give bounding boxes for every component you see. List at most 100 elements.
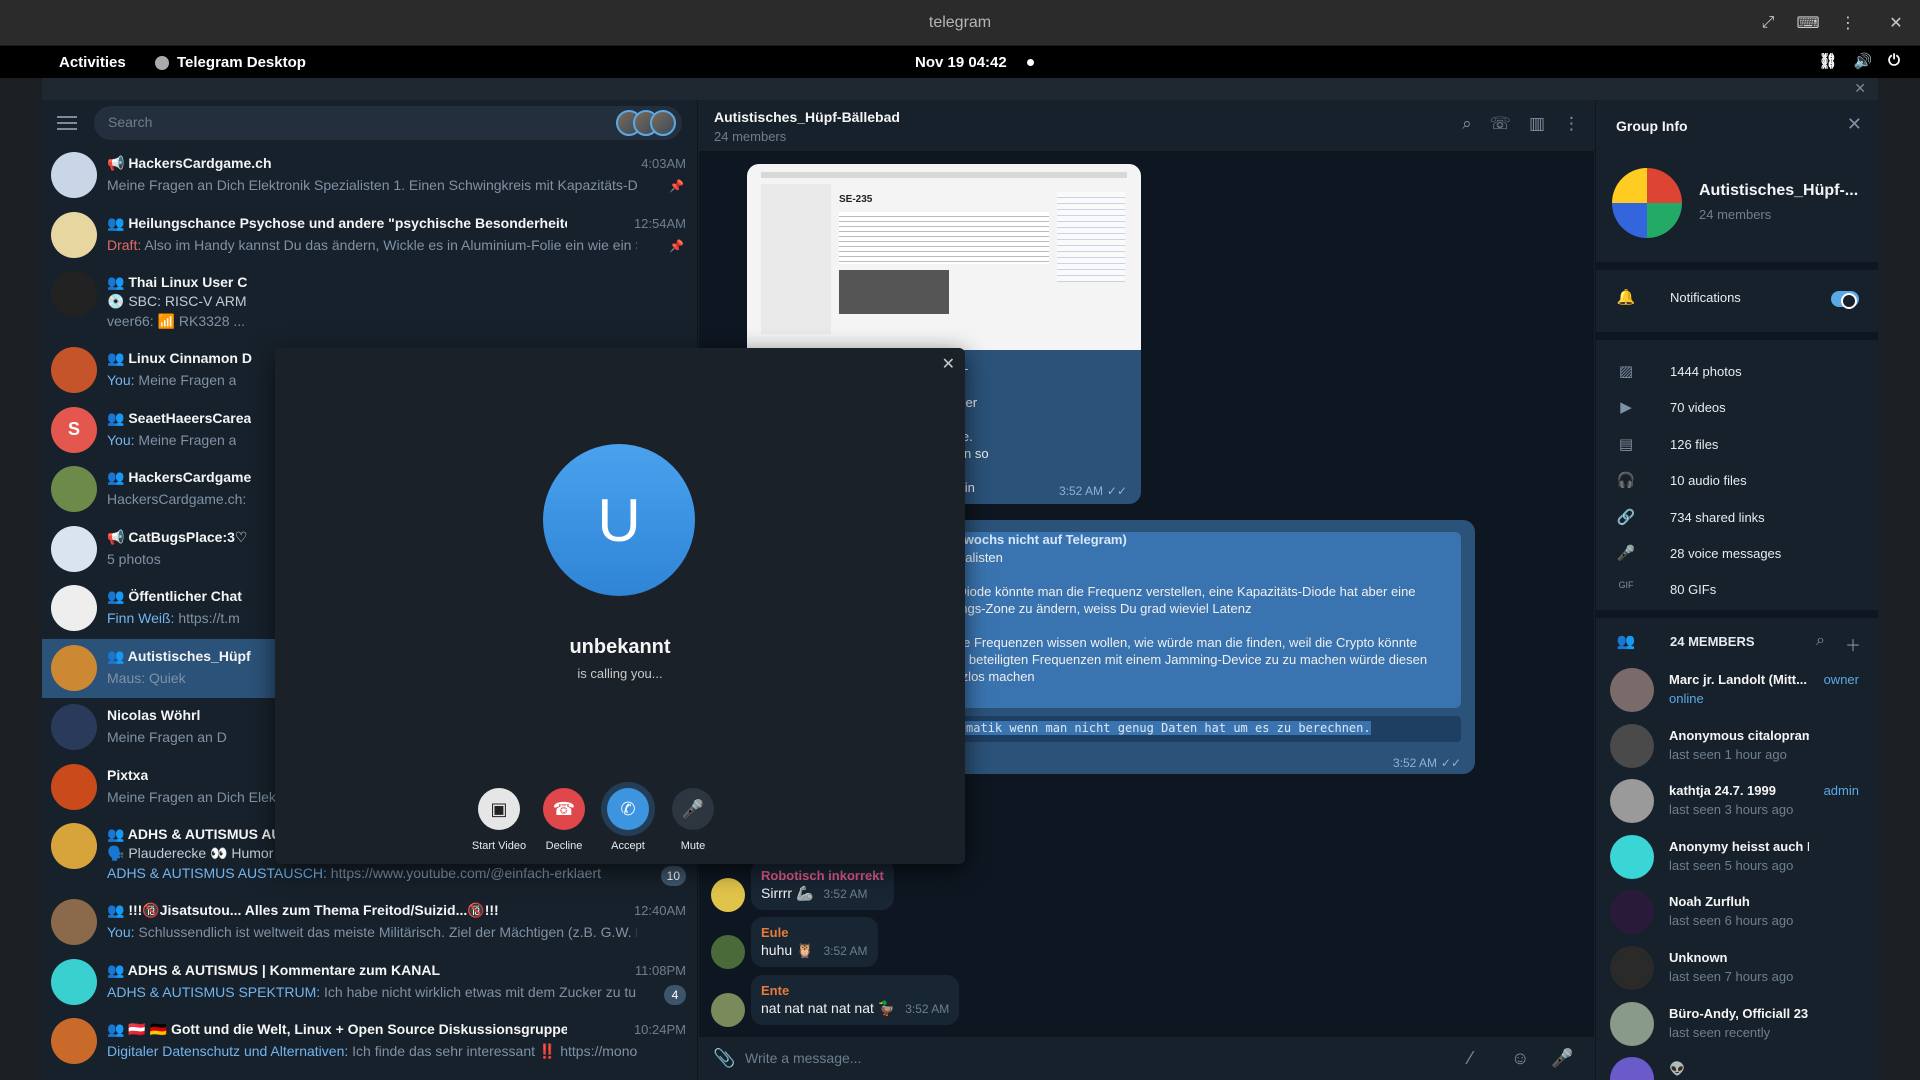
message-bubble[interactable]: Robotisch inkorrekt Sirrrr 🦾 3:52 AM <box>751 859 894 910</box>
read-check-icon: ✓✓ <box>1440 756 1461 770</box>
app-close-icon[interactable]: ✕ <box>1854 80 1866 97</box>
search-input[interactable] <box>108 114 508 130</box>
search-icon[interactable]: ⌕ <box>1462 114 1472 134</box>
shared-media-row[interactable]: 🔗 734 shared links <box>1596 502 1878 536</box>
chat-name: 👥 Heilungschance Psychose und andere "ps… <box>107 214 567 231</box>
notifications-toggle[interactable] <box>1831 291 1859 309</box>
hamburger-menu-icon[interactable] <box>57 116 77 130</box>
conversation-header[interactable]: Autistisches_Hüpf-Bällebad 24 members ⌕ … <box>699 100 1594 152</box>
window-menu-button[interactable]: ⋮ <box>1832 8 1864 38</box>
pin-icon: 📌 <box>669 238 684 253</box>
chat-preview-text: https://www.youtube.com/@einfach-erklaer… <box>330 865 602 881</box>
window-close-button[interactable]: ✕ <box>1880 8 1912 38</box>
system-tray[interactable]: ⛓ 🔊 ⏻ <box>1818 52 1900 70</box>
chat-name: 👥 !!!🔞Jisatsutou... Alles zum Thema Frei… <box>107 902 499 918</box>
member-row[interactable]: Anonymous citalopram seroq... last seen 1… <box>1596 720 1878 776</box>
sender-avatar[interactable] <box>711 935 745 969</box>
app-menu[interactable]: Telegram Desktop <box>155 54 306 71</box>
chat-list-item[interactable]: 📢 HackersCardgame.ch 4:03AM Meine Fragen a… <box>42 146 698 206</box>
member-avatar <box>1610 1001 1654 1046</box>
chat-name: 📢 CatBugsPlace:3♡ <box>107 528 248 545</box>
kebab-menu-icon[interactable]: ⋮ <box>1563 114 1580 134</box>
shared-media-row[interactable]: 🎧 10 audio files <box>1596 465 1878 499</box>
chat-avatar <box>51 1018 97 1064</box>
microphone-icon[interactable]: 🎤 <box>1551 1048 1573 1069</box>
emoji-icon[interactable]: ☺ <box>1511 1048 1529 1069</box>
member-row[interactable]: Noah Zurfluh last seen 6 hours ago <box>1596 886 1878 942</box>
member-row[interactable]: Unknown last seen 7 hours ago <box>1596 942 1878 998</box>
member-row[interactable]: kathtja 24.7. 1999 last seen 3 hours ago a… <box>1596 775 1878 831</box>
chat-preview-prefix: You: <box>107 431 135 448</box>
conversation-subtitle: 24 members <box>714 129 787 144</box>
shared-media-row[interactable]: ▶ 70 videos <box>1596 392 1878 426</box>
clock[interactable]: Nov 19 04:42 <box>915 54 1007 71</box>
stories-avatars[interactable] <box>616 110 676 136</box>
power-icon: ⏻ <box>1888 52 1900 69</box>
shared-media-label: 734 shared links <box>1670 509 1765 525</box>
chat-preview: HackersCardgame.ch: <box>107 491 246 507</box>
member-avatar <box>1610 668 1654 712</box>
message-bubble[interactable]: Ente nat nat nat nat nat 🦆 3:52 AM <box>751 974 960 1025</box>
add-member-icon[interactable]: ＋ <box>1845 632 1861 656</box>
sender-avatar[interactable] <box>711 992 745 1027</box>
chat-list-item[interactable]: 👥 Heilungschance Psychose und andere "ps… <box>42 206 698 266</box>
message-text: huhu 🦉 <box>761 942 814 958</box>
sender-avatar[interactable] <box>711 877 745 912</box>
shared-media-row[interactable]: ▤ 126 files <box>1596 429 1878 463</box>
chat-preview: ADHS & AUTISMUS AUSTAUSCH: https://www.y… <box>107 865 601 881</box>
sender-name[interactable]: Robotisch inkorrekt <box>761 868 884 883</box>
chat-name: 👥 Linux Cinnamon D <box>107 350 252 366</box>
attach-icon[interactable]: 📎 <box>713 1048 735 1069</box>
chat-list-item[interactable]: 👥 ADHS & AUTISMUS | Kommentare zum KANAL… <box>42 953 698 1013</box>
member-name: Unknown <box>1669 950 1728 965</box>
message-bubble[interactable]: Eule huhu 🦉 3:52 AM <box>751 917 878 967</box>
search-bar[interactable] <box>94 106 682 140</box>
sidebar-toggle-icon[interactable]: ▥ <box>1529 114 1545 134</box>
shared-media-row[interactable]: GIF 80 GIFs <box>1596 574 1878 608</box>
chat-list-item[interactable]: 👥 Thai Linux User C 💿 SBC: RISC-V ARM veer… <box>42 265 698 341</box>
fullscreen-button[interactable]: ⤢ <box>1752 8 1784 38</box>
group-avatar[interactable] <box>1612 168 1682 238</box>
message-time: 3:52 AM <box>823 944 868 958</box>
close-icon[interactable]: ✕ <box>942 354 955 374</box>
activities-button[interactable]: Activities <box>59 54 126 71</box>
conversation-title: Autistisches_Hüpf-Bällebad <box>714 109 900 125</box>
members-header: 👥 24 MEMBERS ⌕ ＋ <box>1596 626 1878 660</box>
chat-preview-text: Meine Fragen a <box>138 372 237 388</box>
member-avatar <box>1610 779 1654 824</box>
chat-list-item[interactable]: 👥 !!!🔞Jisatsutou... Alles zum Thema Frei… <box>42 893 698 953</box>
shared-media-row[interactable]: ▨ 1444 photos <box>1596 356 1878 390</box>
call-icon[interactable]: ☏ <box>1490 114 1511 134</box>
message-input[interactable] <box>745 1050 1345 1066</box>
message-text: nat nat nat nat nat 🦆 <box>761 999 896 1016</box>
sender-name[interactable]: Ente <box>761 983 949 998</box>
search-icon[interactable]: ⌕ <box>1816 632 1825 650</box>
notifications-label: Notifications <box>1670 290 1741 305</box>
chat-preview-prefix: You: <box>107 924 135 940</box>
member-row[interactable]: Anonymy heisst auch Marc last seen 5 hour… <box>1596 831 1878 887</box>
close-icon[interactable]: ✕ <box>1847 114 1862 135</box>
bot-command-icon[interactable]: ⁄ <box>1469 1048 1472 1069</box>
document-screenshot[interactable]: SE-235 <box>747 164 1141 350</box>
sender-name[interactable]: Eule <box>761 925 868 940</box>
mute-button[interactable]: 🎤 Mute <box>653 788 733 852</box>
network-icon: ⛓ <box>1818 53 1838 70</box>
system-topbar: Activities Telegram Desktop Nov 19 04:42… <box>0 46 1920 78</box>
member-row[interactable]: Büro-Andy, Officiall 23 Jahre last seen r… <box>1596 998 1878 1054</box>
chat-name: 👥 SeaetHaeersCarea <box>107 409 252 426</box>
shared-media-label: 70 videos <box>1670 400 1726 416</box>
message-time: 3:52 AM <box>1392 756 1437 770</box>
keyboard-button[interactable]: ⌨ <box>1792 8 1824 38</box>
chat-name: 👥 Thai Linux User C <box>107 274 248 290</box>
member-row[interactable]: 👽 <box>1596 1053 1878 1080</box>
message-composer: 📎 ⁄ ☺ 🎤 <box>699 1036 1594 1080</box>
chat-avatar <box>51 958 97 1005</box>
chat-list-item[interactable]: 👥 🇦🇹 🇩🇪 Gott und die Welt, Linux + Open … <box>42 1012 698 1072</box>
message-line: Militär) nutzlos machen <box>901 669 1035 684</box>
shared-media-row[interactable]: 🎤 28 voice messages <box>1596 538 1878 572</box>
chat-preview-text: Maus: Quiek <box>107 669 186 686</box>
member-status: last seen 1 hour ago <box>1669 746 1787 762</box>
members-header-label: 24 MEMBERS <box>1670 634 1755 649</box>
notifications-row[interactable]: 🔔 Notifications <box>1596 282 1878 316</box>
member-row[interactable]: Marc jr. Landolt (Mitt... online owner <box>1596 664 1878 720</box>
